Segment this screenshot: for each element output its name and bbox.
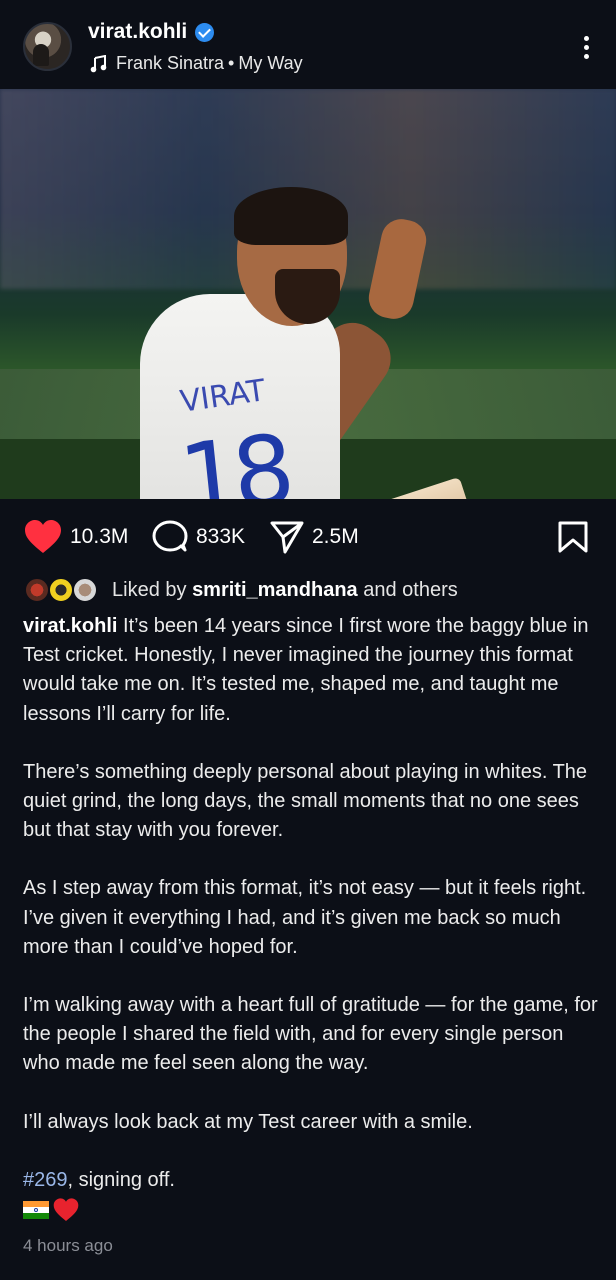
comment-button[interactable]: 833K [152,515,245,559]
liked-avatar-3 [72,577,98,603]
liked-by-row[interactable]: Liked by smriti_mandhana and others [24,574,458,606]
action-bar: 10.3M 833K 2.5M [0,515,616,559]
caption-paragraph-4: I’m walking away with a heart full of gr… [23,994,598,1075]
music-separator: • [228,53,235,73]
caption-paragraph-5: I’ll always look back at my Test career … [23,1110,473,1133]
india-flag-icon [23,1201,49,1219]
liked-by-user[interactable]: smriti_mandhana [192,579,358,601]
bookmark-icon[interactable] [558,521,588,553]
liked-avatar-2 [48,577,74,603]
post-header: virat.kohli Frank Sinatra • My Way [0,0,616,92]
heart-icon [25,520,61,553]
emoji-row [23,1198,79,1222]
caption-paragraph-6: #269, signing off. [23,1166,603,1195]
post-caption: virat.kohli It’s been 14 years since I f… [23,612,603,1195]
likes-count[interactable]: 10.3M [70,525,128,549]
red-heart-icon [53,1198,79,1221]
music-info[interactable]: Frank Sinatra • My Way [90,53,303,74]
liked-by-prefix: Liked by [112,578,187,601]
music-song: My Way [238,53,303,73]
caption-paragraph-1: virat.kohli It’s been 14 years since I f… [23,612,603,729]
post-timestamp: 4 hours ago [23,1236,113,1255]
liked-by-suffix[interactable]: and others [363,579,458,601]
photo-jersey-number: 18 [174,413,292,499]
profile-avatar[interactable] [23,22,72,71]
more-options-icon[interactable] [584,36,590,60]
shares-count[interactable]: 2.5M [312,525,359,549]
share-button[interactable]: 2.5M [270,515,359,559]
verified-icon [195,22,215,42]
share-icon [270,521,304,554]
caption-paragraph-3: As I step away from this format, it’s no… [23,877,587,958]
like-button[interactable]: 10.3M [24,515,128,559]
music-note-icon [90,54,107,72]
username[interactable]: virat.kohli [88,20,187,44]
caption-author[interactable]: virat.kohli [23,615,117,637]
liked-by-text: Liked by smriti_mandhana and others [112,579,458,602]
music-artist: Frank Sinatra [116,53,225,73]
liked-avatar-1 [24,577,50,603]
comment-icon [152,520,188,552]
username-row: virat.kohli [88,20,215,44]
liked-by-avatars [24,575,102,605]
comments-count[interactable]: 833K [196,525,245,549]
post-photo[interactable]: VIRAT 18 [0,89,616,499]
caption-closing: , signing off. [67,1168,175,1191]
hashtag-link[interactable]: #269 [23,1169,68,1191]
caption-paragraph-2: There’s something deeply personal about … [23,760,588,842]
photo-player-hair [234,187,348,245]
